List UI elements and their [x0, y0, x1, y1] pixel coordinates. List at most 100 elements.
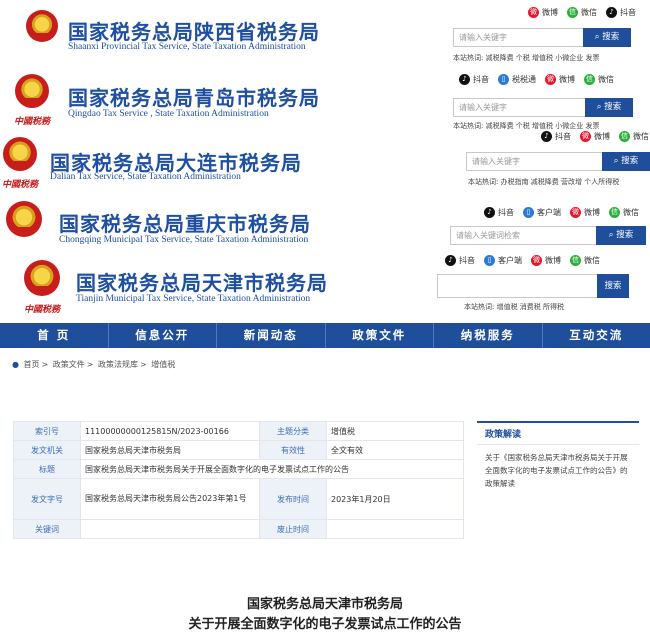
- keyword-value: [80, 519, 260, 539]
- breadcrumb-home[interactable]: 首页: [24, 360, 40, 369]
- douyin-icon[interactable]: ♪: [459, 74, 470, 85]
- search-input[interactable]: 请输入关键字: [466, 152, 602, 171]
- tax-seal-logo: 中國税務: [24, 305, 61, 315]
- hot-words: 本站热词: 办税指南 减税降费 营改增 个人所得税: [468, 178, 620, 186]
- client-link[interactable]: 客户端: [537, 207, 561, 218]
- douyin-link[interactable]: 抖音: [459, 255, 475, 266]
- national-emblem-icon: [24, 260, 60, 296]
- douyin-link[interactable]: 抖音: [555, 131, 571, 142]
- main-nav: 首 页 信息公开 新闻动态 政策文件 纳税服务 互动交流: [0, 323, 650, 348]
- wechat-link[interactable]: 微信: [633, 131, 649, 142]
- weibo-link[interactable]: 微博: [545, 255, 561, 266]
- search-bar: 请输入关键字 ⌕ 搜索: [453, 98, 633, 117]
- docno-value: 国家税务总局天津市税务局公告2023年第1号: [80, 478, 260, 520]
- search-input[interactable]: 请输入关键词检索: [450, 226, 596, 245]
- national-emblem-icon: [3, 137, 37, 171]
- search-bar: 请输入关键字 ⌕ 搜索: [466, 152, 650, 171]
- nav-item-policy[interactable]: 政策文件: [326, 323, 434, 348]
- weibo-link[interactable]: 微博: [594, 131, 610, 142]
- search-button[interactable]: ⌕ 搜索: [596, 226, 646, 245]
- douyin-link[interactable]: 抖音: [473, 74, 489, 85]
- douyin-link[interactable]: 抖音: [620, 7, 636, 18]
- douyin-icon[interactable]: ♪: [541, 131, 552, 142]
- site-subtitle: Chongqing Municipal Tax Service, State T…: [59, 235, 309, 245]
- search-button[interactable]: ⌕ 搜索: [585, 98, 633, 117]
- hot-words: 本站热词: 减税降费 个税 增值税 小微企业 发票: [453, 54, 600, 62]
- docno-label: 发文字号: [13, 478, 81, 520]
- client-link[interactable]: 客户端: [498, 255, 522, 266]
- header-tianjin: 中國税務 国家税务总局天津市税务局 Tianjin Municipal Tax …: [0, 255, 650, 321]
- interpretation-link[interactable]: 关于《国家税务总局天津市税务局关于开展全面数字化的电子发票试点工作的公告》的政策…: [477, 445, 639, 496]
- weibo-link[interactable]: 微博: [584, 207, 600, 218]
- weibo-icon[interactable]: 微: [528, 7, 539, 18]
- nav-item-tax-service[interactable]: 纳税服务: [434, 323, 543, 348]
- client-icon[interactable]: ▯: [484, 255, 495, 266]
- wechat-icon[interactable]: 信: [570, 255, 581, 266]
- wechat-icon[interactable]: 信: [619, 131, 630, 142]
- wechat-link[interactable]: 微信: [598, 74, 614, 85]
- search-button[interactable]: ⌕ 搜索: [583, 28, 631, 47]
- search-input[interactable]: 请输入关键字: [453, 98, 585, 117]
- date-value: 2023年1月20日: [326, 478, 464, 520]
- site-subtitle: Dalian Tax Service, State Taxation Admin…: [50, 172, 241, 182]
- social-links: ♪ 抖音 ▯ 税税通 微微博 信微信: [459, 74, 614, 85]
- search-button[interactable]: ⌕ 搜索: [602, 152, 650, 171]
- topic-label: 主题分类: [259, 421, 327, 441]
- header-dalian: 中國税務 国家税务总局大连市税务局 Dalian Tax Service, St…: [0, 131, 650, 193]
- wechat-icon[interactable]: 信: [609, 207, 620, 218]
- panel-heading: 政策解读: [477, 423, 639, 445]
- weibo-icon[interactable]: 微: [580, 131, 591, 142]
- header-shaanxi: 国家税务总局陕西省税务局 Shaanxi Provincial Tax Serv…: [0, 0, 650, 64]
- social-links: 微微博 信微信 ♪ 抖音: [528, 7, 636, 18]
- wechat-link[interactable]: 微信: [623, 207, 639, 218]
- site-title: 国家税务总局重庆市税务局: [59, 212, 311, 236]
- tax-seal-logo: 中國税務: [2, 180, 39, 190]
- client-icon[interactable]: ▯: [523, 207, 534, 218]
- douyin-link[interactable]: 抖音: [498, 207, 514, 218]
- breadcrumb-library[interactable]: 政策法规库: [98, 360, 138, 369]
- douyin-icon[interactable]: ♪: [484, 207, 495, 218]
- search-input[interactable]: [437, 274, 597, 298]
- search-button-label: 搜索: [621, 156, 639, 166]
- wechat-icon[interactable]: 信: [584, 74, 595, 85]
- location-pin-icon: ●: [12, 360, 19, 369]
- national-emblem-icon: [6, 201, 42, 237]
- search-bar: 搜索: [437, 274, 629, 298]
- wechat-link[interactable]: 微信: [581, 7, 597, 18]
- weibo-icon[interactable]: 微: [531, 255, 542, 266]
- hot-words: 本站热词: 减税降费 个税 增值税 小微企业 发票: [453, 122, 600, 130]
- social-links: ♪ 抖音 微微博 信微信: [541, 131, 649, 142]
- search-button-label: 搜索: [616, 230, 634, 240]
- douyin-icon[interactable]: ♪: [445, 255, 456, 266]
- weibo-icon[interactable]: 微: [570, 207, 581, 218]
- breadcrumb-vat[interactable]: 增值税: [151, 360, 175, 369]
- weibo-icon[interactable]: 微: [545, 74, 556, 85]
- shuishuitong-link[interactable]: 税税通: [512, 74, 536, 85]
- search-button[interactable]: 搜索: [597, 274, 629, 298]
- search-bar: 请输入关键字 ⌕ 搜索: [453, 28, 631, 47]
- nav-item-info-disclosure[interactable]: 信息公开: [109, 323, 217, 348]
- document-title-line2: 关于开展全面数字化的电子发票试点工作的公告: [188, 617, 462, 632]
- wechat-link[interactable]: 微信: [584, 255, 600, 266]
- topic-value: 增值税: [326, 421, 464, 441]
- weibo-link[interactable]: 微博: [559, 74, 575, 85]
- nav-item-home[interactable]: 首 页: [0, 323, 109, 348]
- nav-item-news[interactable]: 新闻动态: [217, 323, 326, 348]
- policy-interpretation-panel: 政策解读 关于《国家税务总局天津市税务局关于开展全面数字化的电子发票试点工作的公…: [477, 421, 639, 496]
- nav-item-interaction[interactable]: 互动交流: [543, 323, 650, 348]
- search-button-label: 搜索: [604, 281, 622, 291]
- site-title: 国家税务总局青岛市税务局: [68, 86, 320, 110]
- site-subtitle: Shaanxi Provincial Tax Service, State Ta…: [68, 42, 306, 52]
- shuishuitong-icon[interactable]: ▯: [498, 74, 509, 85]
- header-qingdao: 中國税務 国家税务总局青岛市税务局 Qingdao Tax Service , …: [0, 64, 650, 131]
- header-chongqing: 国家税务总局重庆市税务局 Chongqing Municipal Tax Ser…: [0, 193, 650, 255]
- douyin-icon[interactable]: ♪: [606, 7, 617, 18]
- breadcrumb-policy[interactable]: 政策文件: [53, 360, 85, 369]
- search-bar: 请输入关键词检索 ⌕ 搜索: [450, 226, 646, 245]
- breadcrumb: ● 首页 > 政策文件 > 政策法规库 > 增值税: [12, 360, 176, 369]
- weibo-link[interactable]: 微博: [542, 7, 558, 18]
- search-button-label: 搜索: [602, 32, 620, 42]
- search-input[interactable]: 请输入关键字: [453, 28, 583, 47]
- abolish-value: [326, 519, 464, 539]
- wechat-icon[interactable]: 信: [567, 7, 578, 18]
